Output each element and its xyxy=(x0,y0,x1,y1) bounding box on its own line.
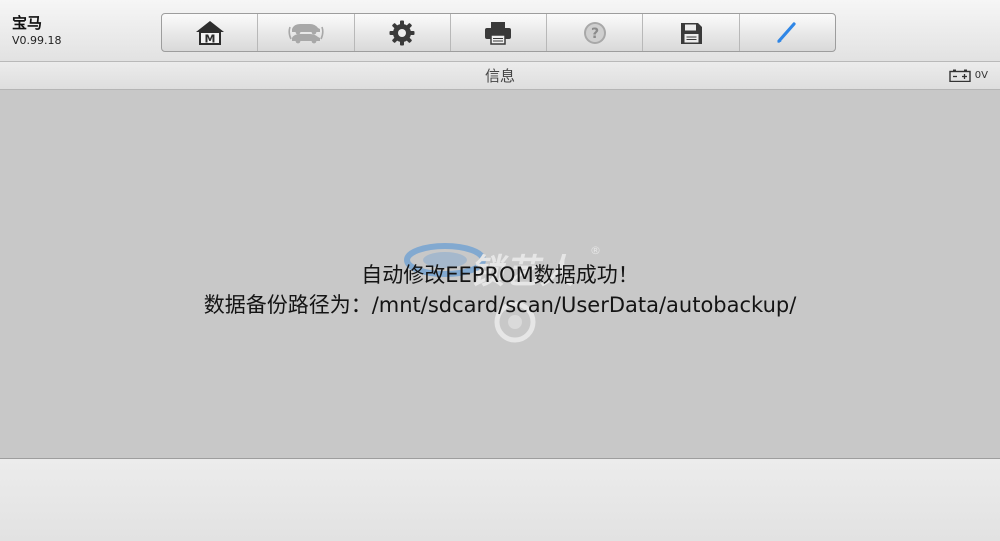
battery-voltage: 0V xyxy=(974,70,988,81)
battery-status: 0V xyxy=(949,69,988,82)
title-bar: 信息 0V xyxy=(0,62,1000,90)
top-bar: 宝马 V0.99.18 M ? xyxy=(0,0,1000,62)
pen-icon xyxy=(777,21,796,43)
page-title: 信息 xyxy=(484,67,515,85)
help-button[interactable]: ? xyxy=(547,14,644,51)
battery-icon xyxy=(949,69,971,82)
settings-button[interactable] xyxy=(355,14,451,51)
message-panel: ® 锁艺人 自动修改EEPROM数据成功！ 数据备份路径为：/mnt/sdcar… xyxy=(0,90,1000,459)
home-button[interactable]: M xyxy=(162,14,259,51)
edit-button[interactable] xyxy=(740,14,835,51)
print-button[interactable] xyxy=(451,14,548,51)
vehicle-swap-button[interactable] xyxy=(258,14,355,51)
bottom-bar xyxy=(0,459,1000,541)
vehicle-swap-icon xyxy=(288,23,324,43)
svg-text:?: ? xyxy=(591,26,599,42)
save-icon xyxy=(681,22,703,44)
message-line-backup-path: 数据备份路径为：/mnt/sdcard/scan/UserData/autoba… xyxy=(203,293,797,317)
save-button[interactable] xyxy=(643,14,740,51)
message-line-success: 自动修改EEPROM数据成功！ xyxy=(361,263,639,287)
svg-text:®: ® xyxy=(590,244,601,257)
gear-icon xyxy=(389,20,415,45)
printer-icon xyxy=(485,21,512,45)
vehicle-info: 宝马 V0.99.18 xyxy=(12,14,62,48)
main-toolbar: M ? xyxy=(161,13,836,52)
result-message: 自动修改EEPROM数据成功！ 数据备份路径为：/mnt/sdcard/scan… xyxy=(0,260,1000,320)
home-icon: M xyxy=(195,20,224,45)
help-icon: ? xyxy=(583,21,606,44)
software-version: V0.99.18 xyxy=(12,34,62,47)
svg-text:M: M xyxy=(204,32,215,45)
vehicle-name: 宝马 xyxy=(12,14,43,32)
